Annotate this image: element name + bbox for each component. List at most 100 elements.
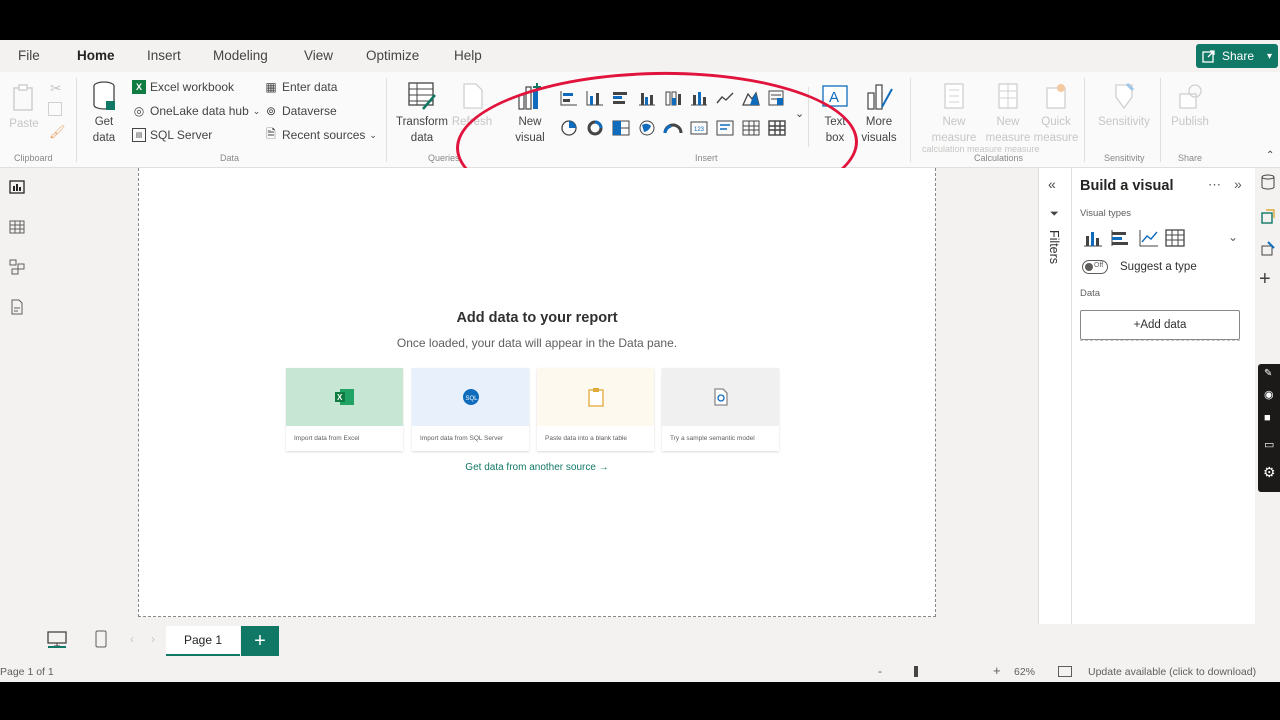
pie-chart-icon[interactable] <box>559 119 579 137</box>
divider <box>910 78 911 162</box>
publish-button[interactable]: Publish <box>1168 80 1212 130</box>
data-pane-icon[interactable] <box>1260 174 1276 190</box>
onelake-button[interactable]: ◎ OneLake data hub ⌄ <box>132 104 261 118</box>
map-icon[interactable] <box>637 119 657 137</box>
card-icon[interactable]: 123 <box>689 119 709 137</box>
dax-query-view-icon[interactable] <box>8 298 26 316</box>
treemap-icon[interactable] <box>611 119 631 137</box>
donut-chart-icon[interactable] <box>585 119 605 137</box>
dataverse-button[interactable]: ⊚ Dataverse <box>264 104 337 118</box>
import-sql-card[interactable]: SQL Import data from SQL Server <box>412 368 529 451</box>
transform-data-button[interactable]: Transform data <box>394 80 450 146</box>
new-visual-label: New visual <box>515 116 545 144</box>
format-painter-icon[interactable]: 🖌 <box>49 124 66 140</box>
expand-filters-icon[interactable]: « <box>1048 176 1056 192</box>
chevron-right-icon[interactable]: › <box>151 632 155 646</box>
more-options-icon[interactable]: ⋯ <box>1208 177 1221 193</box>
gauge-icon[interactable] <box>663 119 683 137</box>
fit-to-page-icon[interactable] <box>1058 666 1072 677</box>
svg-text:A: A <box>829 89 839 106</box>
visual-gallery[interactable]: 123 ⌄ <box>555 87 809 147</box>
paste-button[interactable]: Paste <box>6 82 42 132</box>
overlay-tool-panel[interactable]: ✎ ◉ ■ ▭ ⚙ <box>1258 364 1280 492</box>
text-box-button[interactable]: A Text box <box>818 80 852 146</box>
zoom-out-icon[interactable]: - <box>878 664 882 678</box>
kpi-icon[interactable] <box>715 119 735 137</box>
add-pane-icon[interactable]: + <box>1259 268 1271 291</box>
sensitivity-button[interactable]: Sensitivity <box>1094 80 1154 130</box>
format-pane-icon[interactable] <box>1260 240 1276 256</box>
new-visual-button[interactable]: New visual <box>510 80 550 146</box>
table-visual-icon[interactable] <box>741 119 761 137</box>
queries-group-label: Queries <box>428 153 460 163</box>
get-data-button[interactable]: Get data <box>84 80 124 146</box>
quick-measure-button[interactable]: Quick measure <box>1034 80 1078 146</box>
bar-chart-icon[interactable] <box>1110 228 1132 248</box>
card-header <box>537 368 654 426</box>
sql-server-button[interactable]: ▤ SQL Server <box>132 128 212 142</box>
build-visual-pane-icon[interactable] <box>1260 208 1276 224</box>
tab-optimize[interactable]: Optimize <box>366 48 419 63</box>
collapse-ribbon-icon[interactable]: ⌃ <box>1266 150 1274 161</box>
zoom-level[interactable]: 62% <box>1014 666 1035 678</box>
tab-help[interactable]: Help <box>454 48 482 63</box>
report-view-icon[interactable] <box>8 178 26 196</box>
table-visual-icon[interactable] <box>1164 228 1186 248</box>
import-excel-card[interactable]: X Import data from Excel <box>286 368 403 451</box>
filters-pane-collapsed[interactable]: « ⏷ Filters <box>1038 168 1071 624</box>
zoom-slider-thumb[interactable] <box>914 666 918 677</box>
tab-home[interactable]: Home <box>77 48 115 63</box>
sample-model-card[interactable]: Try a sample semantic model <box>662 368 779 451</box>
100-stacked-column-icon[interactable] <box>689 89 709 107</box>
add-data-button[interactable]: +Add data <box>1080 310 1240 340</box>
zoom-in-icon[interactable]: + <box>993 663 1001 678</box>
chevron-down-icon[interactable]: ⌄ <box>1228 230 1238 244</box>
stacked-column-chart-icon[interactable] <box>585 89 605 107</box>
add-page-button[interactable]: + <box>241 626 279 656</box>
pen-icon[interactable]: ✎ <box>1264 368 1272 379</box>
tab-view[interactable]: View <box>304 48 333 63</box>
desktop-layout-icon[interactable] <box>46 630 68 648</box>
mobile-layout-icon[interactable] <box>94 629 108 649</box>
model-view-icon[interactable] <box>8 258 26 276</box>
report-page[interactable]: Add data to your report Once loaded, you… <box>138 168 936 617</box>
share-button[interactable]: Share ▾ <box>1196 44 1278 68</box>
record-icon[interactable]: ■ <box>1264 412 1271 424</box>
cut-icon[interactable]: ✂ <box>50 80 62 97</box>
gallery-expand-icon[interactable]: ⌄ <box>795 107 804 120</box>
column-chart-icon[interactable] <box>1082 228 1104 248</box>
chevron-left-icon[interactable]: ‹ <box>130 632 134 646</box>
stacked-bar-chart-icon[interactable] <box>559 89 579 107</box>
area-chart-icon[interactable] <box>741 89 761 107</box>
clustered-column-chart-icon[interactable] <box>637 89 657 107</box>
line-chart-icon[interactable] <box>715 89 735 107</box>
excel-workbook-button[interactable]: X Excel workbook <box>132 80 234 94</box>
update-available-link[interactable]: Update available (click to download) <box>1088 666 1256 678</box>
refresh-button[interactable]: Refresh <box>452 80 492 130</box>
matrix-icon[interactable] <box>767 119 787 137</box>
new-column-button[interactable]: New measure <box>986 80 1030 146</box>
chevron-down-icon[interactable]: ▾ <box>1267 51 1272 62</box>
clustered-bar-chart-icon[interactable] <box>611 89 631 107</box>
window-icon[interactable]: ▭ <box>1264 438 1274 451</box>
recent-sources-button[interactable]: 🗎 Recent sources ⌄ <box>264 127 377 143</box>
tab-page-1[interactable]: Page 1 <box>166 626 240 656</box>
gear-icon[interactable]: ⚙ <box>1263 464 1276 481</box>
more-visuals-button[interactable]: More visuals <box>854 80 904 146</box>
copy-icon[interactable] <box>48 102 62 116</box>
get-data-another-source-link[interactable]: Get data from another source → <box>139 462 935 473</box>
card-header: SQL <box>412 368 529 426</box>
tab-modeling[interactable]: Modeling <box>213 48 268 63</box>
100-stacked-bar-icon[interactable] <box>663 89 683 107</box>
new-measure-button[interactable]: New measure <box>932 80 976 146</box>
collapse-pane-icon[interactable]: » <box>1234 176 1242 192</box>
sample-data-icon <box>713 388 728 406</box>
line-chart-icon[interactable] <box>1138 228 1160 248</box>
enter-data-button[interactable]: ▦ Enter data <box>264 80 337 94</box>
ribbon-chart-icon[interactable] <box>767 89 787 107</box>
tab-insert[interactable]: Insert <box>147 48 181 63</box>
paste-data-card[interactable]: Paste data into a blank table <box>537 368 654 451</box>
table-view-icon[interactable] <box>8 218 26 236</box>
camera-icon[interactable]: ◉ <box>1264 388 1274 401</box>
tab-file[interactable]: File <box>18 48 40 63</box>
